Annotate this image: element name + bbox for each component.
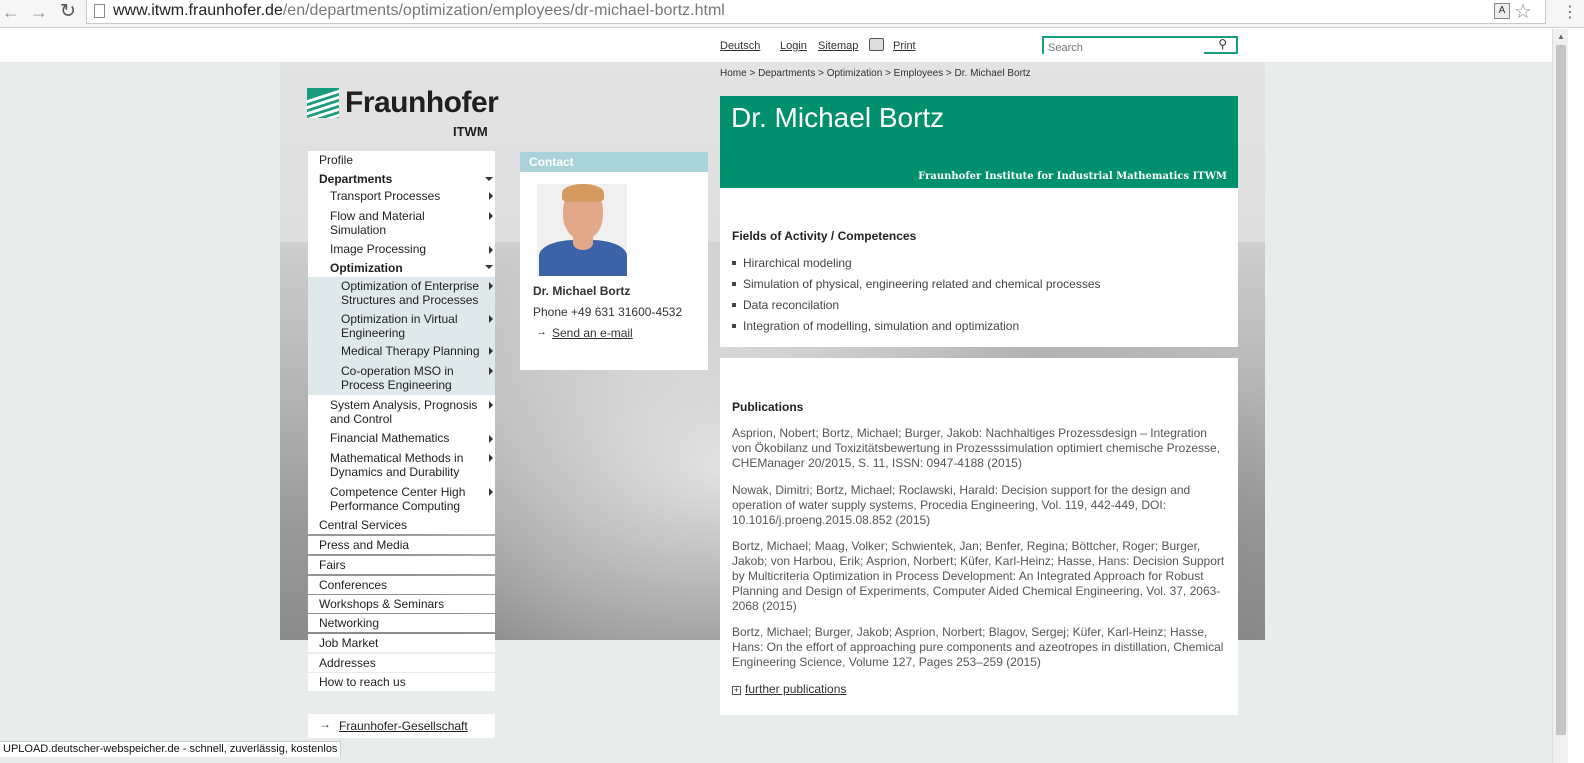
further-publications-link[interactable]: further publications (745, 682, 846, 696)
nav-item-profile[interactable]: Profile (308, 151, 495, 169)
scroll-up-icon[interactable]: ▲ (1557, 32, 1565, 41)
chevron-right-icon (489, 347, 493, 355)
chevron-right-icon (489, 192, 493, 200)
nav-item-optimization-enterprise[interactable]: Optimization of Enterprise Structures an… (308, 277, 495, 310)
publication-item: Bortz, Michael; Burger, Jakob; Asprion, … (732, 625, 1224, 669)
search-box: ⚲ (1042, 36, 1238, 55)
forward-icon[interactable]: → (28, 1, 50, 23)
list-item: Hirarchical modeling (732, 256, 852, 270)
sitemap-link[interactable]: Sitemap (818, 40, 858, 52)
nav-item-competence-center-hpc[interactable]: Competence Center High Performance Compu… (308, 483, 495, 515)
send-email-link[interactable]: Send an e-mail (552, 326, 633, 340)
chevron-right-icon (489, 282, 493, 290)
breadcrumb[interactable]: Home > Departments > Optimization > Empl… (720, 68, 1031, 79)
arrow-right-icon: → (536, 326, 547, 338)
title-block: Dr. Michael Bortz Fraunhofer Institute f… (720, 96, 1238, 188)
page-icon (94, 4, 105, 18)
institute-name: Fraunhofer Institute for Industrial Math… (918, 171, 1227, 182)
nav-item-flow-material-simulation[interactable]: Flow and Material Simulation (308, 207, 495, 239)
nav-item-departments[interactable]: Departments (308, 170, 495, 188)
nav-item-central-services[interactable]: Central Services (308, 516, 495, 534)
nav-item-system-analysis[interactable]: System Analysis, Prognosis and Control (308, 396, 495, 428)
nav-item-workshops-seminars[interactable]: Workshops & Seminars (308, 595, 495, 613)
chevron-down-icon (485, 177, 493, 181)
nav-item-addresses[interactable]: Addresses (308, 654, 495, 672)
nav-item-networking[interactable]: Networking (308, 614, 495, 632)
nav-item-how-to-reach[interactable]: How to reach us (308, 673, 495, 691)
nav-item-press-media[interactable]: Press and Media (308, 536, 495, 554)
logo-name[interactable]: Fraunhofer (345, 86, 499, 120)
avatar (537, 184, 627, 276)
chevron-right-icon (489, 212, 493, 220)
fraunhofer-gesellschaft-link[interactable]: Fraunhofer-Gesellschaft (339, 719, 468, 733)
chevron-down-icon (485, 265, 493, 269)
search-input[interactable] (1044, 41, 1204, 55)
reload-icon[interactable]: ↻ (57, 1, 79, 23)
nav-item-fairs[interactable]: Fairs (308, 556, 495, 574)
chevron-right-icon (489, 401, 493, 409)
nav-item-cooperation-mso[interactable]: Co-operation MSO in Process Engineering (308, 362, 495, 395)
nav-item-job-market[interactable]: Job Market (308, 634, 495, 652)
print-link[interactable]: Print (893, 40, 916, 52)
publication-item: Nowak, Dimitri; Bortz, Michael; Roclawsk… (732, 483, 1191, 527)
nav-item-transport-processes[interactable]: Transport Processes (308, 187, 495, 205)
fraunhofer-gesellschaft-box: → Fraunhofer-Gesellschaft (308, 714, 495, 738)
star-icon[interactable]: ☆ (1514, 0, 1532, 24)
contact-name: Dr. Michael Bortz (533, 284, 631, 298)
fields-heading: Fields of Activity / Competences (732, 229, 917, 243)
nav-item-optimization[interactable]: Optimization (308, 259, 495, 277)
chevron-right-icon (489, 246, 493, 254)
chevron-right-icon (489, 454, 493, 462)
chevron-right-icon (489, 367, 493, 375)
deutsch-link[interactable]: Deutsch (720, 40, 760, 52)
logo-institute: ITWM (453, 124, 488, 139)
list-item: Integration of modelling, simulation and… (732, 319, 1019, 333)
login-link[interactable]: Login (780, 40, 807, 52)
menu-icon[interactable]: ⋮ (1562, 2, 1578, 22)
scroll-thumb[interactable] (1556, 45, 1566, 735)
list-item: Data reconcilation (732, 298, 839, 312)
status-bar: UPLOAD.deutscher-webspeicher.de - schnel… (0, 741, 342, 757)
nav-item-image-processing[interactable]: Image Processing (308, 240, 495, 258)
page-title: Dr. Michael Bortz (731, 102, 945, 133)
publications-heading: Publications (732, 400, 804, 414)
web-page: Deutsch Login Sitemap Print ⚲ Fraunhofer… (0, 29, 1552, 763)
chevron-right-icon (489, 488, 493, 496)
publications-panel: Publications Asprion, Nobert; Bortz, Mic… (720, 358, 1238, 715)
list-item: Simulation of physical, engineering rela… (732, 277, 1101, 291)
arrow-right-icon: → (319, 717, 331, 731)
contact-heading: Contact (520, 152, 708, 172)
search-icon[interactable]: ⚲ (1218, 37, 1227, 51)
publication-item: Bortz, Michael; Maag, Volker; Schwientek… (732, 539, 1225, 613)
fraunhofer-logo-mark[interactable] (307, 88, 339, 118)
further-publications: + further publications (732, 682, 846, 696)
nav-item-optimization-virtual-engineering[interactable]: Optimization in Virtual Engineering (308, 310, 495, 342)
nav-item-financial-mathematics[interactable]: Financial Mathematics (308, 429, 495, 447)
plus-icon: + (732, 685, 741, 695)
scrollbar[interactable]: ▲ (1552, 29, 1568, 763)
chevron-right-icon (489, 435, 493, 443)
back-icon[interactable]: ← (0, 1, 22, 23)
translate-icon[interactable]: A (1494, 3, 1510, 19)
nav-item-mathematical-methods[interactable]: Mathematical Methods in Dynamics and Dur… (308, 449, 495, 481)
publication-item: Asprion, Nobert; Bortz, Michael; Burger,… (732, 426, 1221, 470)
browser-toolbar: ← → ↻ www.itwm.fraunhofer.de/en/departme… (0, 0, 1584, 28)
print-icon[interactable] (869, 38, 884, 51)
url-text: www.itwm.fraunhofer.de/en/departments/op… (113, 2, 725, 19)
nav-item-conferences[interactable]: Conferences (308, 576, 495, 594)
contact-phone: Phone +49 631 31600-4532 (533, 305, 683, 319)
fields-panel: Fields of Activity / Competences Hirarch… (720, 188, 1238, 347)
address-bar[interactable]: www.itwm.fraunhofer.de/en/departments/op… (86, 0, 1546, 24)
nav-item-medical-therapy-planning[interactable]: Medical Therapy Planning (308, 342, 495, 362)
chevron-right-icon (489, 315, 493, 323)
contact-card: Dr. Michael Bortz Phone +49 631 31600-45… (520, 172, 708, 370)
